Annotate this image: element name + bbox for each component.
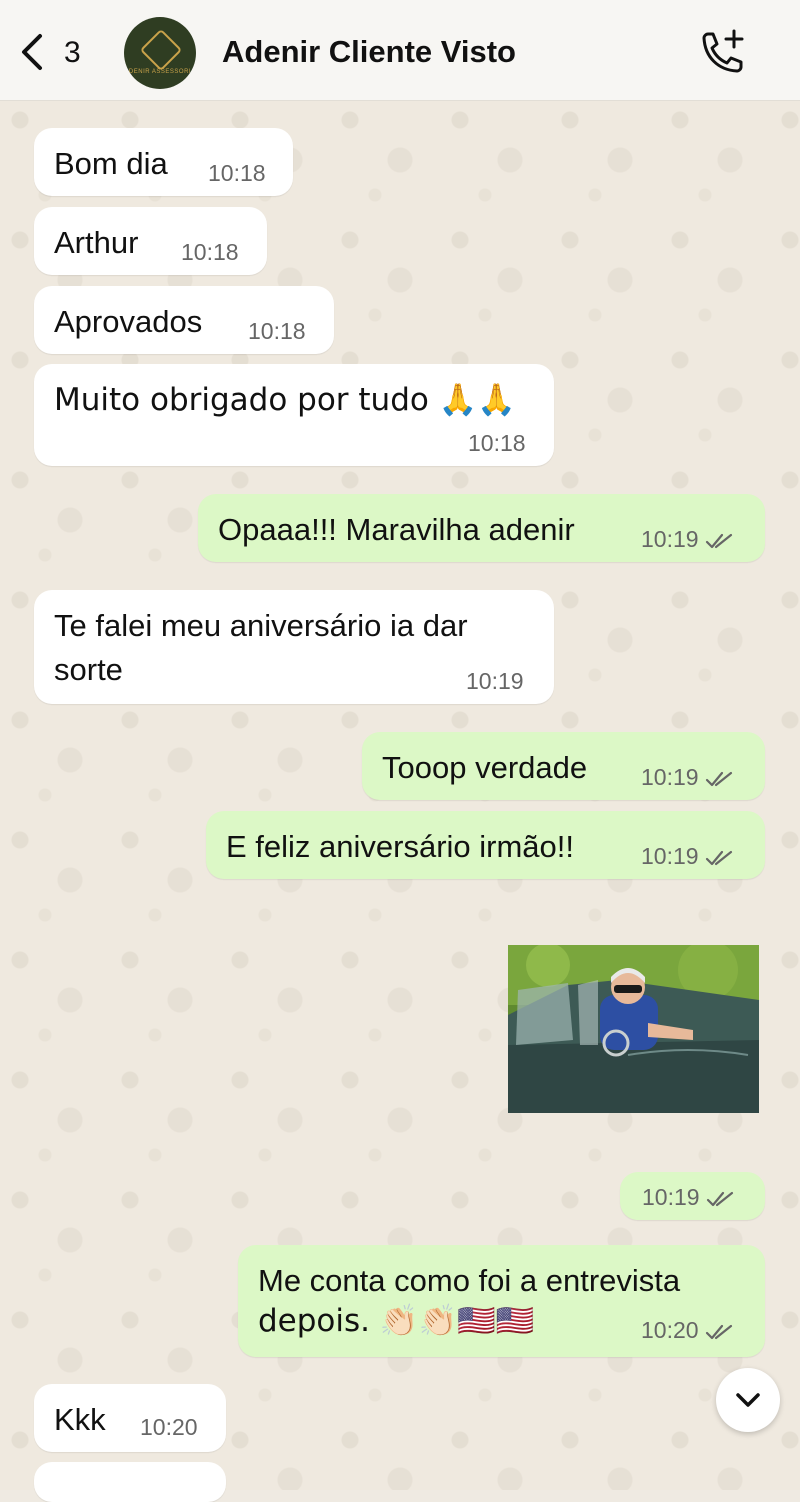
image-time-bubble: 10:19 [620,1172,765,1220]
double-check-icon [705,533,732,549]
avatar-brand-text: ADENIR ASSESSORIA [124,69,196,75]
shared-photo[interactable] [508,945,759,1113]
avatar[interactable]: ADENIR ASSESSORIA [124,17,196,89]
message-text: Bom dia [54,146,168,181]
message-text: Aprovados [54,304,203,339]
chevron-left-icon [22,34,42,70]
chevron-down-icon [736,1393,760,1407]
message-time: 10:18 [248,318,306,344]
add-call-button[interactable] [696,28,748,78]
double-check-icon [705,1324,732,1340]
message-bubble-incoming[interactable]: Muito obrigado por tudo 🙏🙏 10:18 [34,364,554,466]
message-text-line2: depois. 👏🏻👏🏻🇺🇸🇺🇸 [258,1303,535,1339]
message-text-line1: Te falei meu aniversário ia dar [54,608,468,643]
unread-count: 3 [64,36,81,69]
message-bubble-outgoing[interactable]: Tooop verdade 10:19 [362,732,765,800]
message-time: 10:20 [140,1414,198,1440]
message-bubble-incoming[interactable]: Aprovados 10:18 [34,286,334,354]
message-bubble-incoming[interactable]: Te falei meu aniversário ia dar sorte 10… [34,590,554,704]
message-text: Opaaa!!! Maravilha adenir [218,512,575,547]
contact-name[interactable]: Adenir Cliente Visto [222,34,516,70]
message-bubble-incoming[interactable]: Arthur 10:18 [34,207,267,275]
photo-man-in-car [508,945,759,1113]
message-time: 10:19 [641,843,733,870]
message-bubble-outgoing[interactable]: E feliz aniversário irmão!! 10:19 [206,811,765,879]
message-text-line2: sorte [54,652,123,687]
message-time: 10:18 [468,430,526,456]
message-bubble-outgoing[interactable]: Me conta como foi a entrevista depois. 👏… [238,1245,765,1357]
back-button[interactable] [14,30,54,74]
message-time: 10:18 [208,160,266,186]
message-time: 10:19 [642,1184,734,1211]
double-check-icon [705,771,732,787]
message-time-label: 10:19 [642,1184,700,1210]
message-time-label: 10:19 [641,526,699,552]
double-check-icon [705,850,732,866]
chat-header: 3 ADENIR ASSESSORIA Adenir Cliente Visto [0,0,800,101]
phone-plus-icon [702,29,744,73]
message-bubble-outgoing[interactable]: Opaaa!!! Maravilha adenir 10:19 [198,494,765,562]
message-text: Tooop verdade [382,750,588,785]
message-text-line1: Me conta como foi a entrevista [258,1263,681,1298]
message-text: Kkk [54,1402,106,1437]
message-time-label: 10:19 [641,843,699,869]
message-text: E feliz aniversário irmão!! [226,829,575,864]
message-time: 10:18 [181,239,239,265]
brand-logo-icon [139,28,183,72]
message-text: Arthur [54,225,139,260]
message-time: 10:19 [641,764,733,791]
message-time: 10:20 [641,1317,733,1344]
message-bubble-incoming[interactable]: Bom dia 10:18 [34,128,293,196]
message-time-label: 10:20 [641,1317,699,1343]
message-time: 10:19 [641,526,733,553]
message-bubble-incoming[interactable]: Kkk 10:20 [34,1384,226,1452]
double-check-icon [706,1191,733,1207]
message-time-label: 10:19 [641,764,699,790]
message-bubble-incoming-partial[interactable] [34,1462,226,1502]
message-time: 10:19 [466,668,524,694]
message-text: Muito obrigado por tudo 🙏🙏 [54,382,516,418]
scroll-to-bottom-button[interactable] [716,1368,780,1432]
